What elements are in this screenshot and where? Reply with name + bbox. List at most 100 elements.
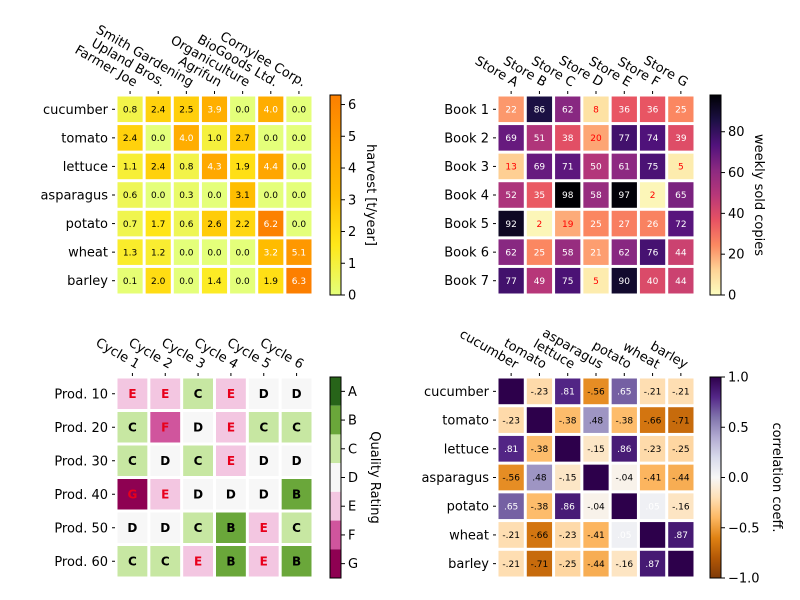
cell-value-label: C [292,521,301,535]
cell-value-label: 25 [590,220,601,230]
row-label: Prod. 30 [54,454,108,469]
cell-value-label: 1.0 [207,134,222,144]
cell-value-label: 65 [675,191,686,201]
cell-value-label: G [127,488,137,502]
cell-value-label: 26 [647,220,659,230]
cell-value-label: 40 [647,277,659,287]
cell-value-label: 2.4 [151,106,166,116]
colorbar-segment [330,491,341,521]
cell-value-label: .65 [504,502,518,512]
row-label: Prod. 40 [54,488,108,503]
colorbar-tick-label: −0.5 [728,521,760,536]
cell-value-label: 69 [505,134,517,144]
cell-value-label: E [260,521,268,535]
row-label: Prod. 60 [54,555,108,570]
cell-value-label: D [193,488,203,502]
colorbar-segment [330,405,341,435]
row-label: barley [67,274,108,289]
cell-value-label: 1.9 [264,277,279,287]
colorbar-tick-label: 0.5 [728,421,749,436]
row-label: Book 4 [444,189,489,204]
cell-value-label: 0.0 [151,134,166,144]
cell-value-label: -.25 [559,560,577,570]
colorbar-tick-label: 80 [728,125,745,140]
cell-value-label: B [226,555,235,569]
cell-value-label: -.71 [531,560,549,570]
colorbar-tick-label: 1 [348,257,356,272]
cell-value-label: 1.9 [235,163,250,173]
cell-value-label: -.21 [502,531,520,541]
cell-value-label: 2.0 [151,277,166,287]
cell-value-label: D [127,521,137,535]
cell-value-label: 86 [534,106,546,116]
cell-value-label: 77 [619,134,630,144]
row-label: asparagus [421,471,489,486]
heatmap-cell [526,407,553,433]
colorbar [709,94,722,296]
cell-value-label: 5 [678,163,684,173]
heatmap-cell [639,522,666,548]
cell-value-label: B [292,488,301,502]
cell-value-label: 38 [562,134,574,144]
cell-value-label: 77 [505,277,516,287]
colorbar-tick-label: F [348,528,355,543]
row-label: Book 2 [444,131,489,146]
row-label: Book 5 [444,217,489,232]
row-label: potato [447,500,489,515]
cell-value-label: D [259,454,269,468]
row-label: tomato [442,414,489,429]
row-label: cucumber [43,103,109,118]
cell-value-label: 97 [619,191,630,201]
cell-value-label: D [160,454,170,468]
cell-value-label: 0.0 [235,106,250,116]
colorbar-segment [330,520,341,550]
colorbar [329,94,342,296]
cell-value-label: -.38 [531,502,549,512]
cell-value-label: D [292,454,302,468]
cell-value-label: 0.6 [123,191,138,201]
heatmap-cell [555,435,581,462]
cell-value-label: C [128,421,137,435]
cell-value-label: -.41 [587,531,605,541]
cell-value-label: 50 [590,163,602,173]
cell-value-label: -.66 [644,416,662,426]
correlation-heatmap-panel: -.23 .81 -.56 .65 -.21 -.21 -.23 -.38 .48 -.38 -.6… [421,326,784,587]
cell-value-label: 4.3 [207,163,221,173]
colorbar-tick-label: B [348,414,357,429]
cell-value-label: 49 [534,277,546,287]
colorbar-tick-label: 0 [348,289,356,304]
cell-value-label: 0.0 [179,277,194,287]
cell-value-label: 2.4 [123,134,138,144]
cell-value-label: 4.0 [264,106,279,116]
cell-value-label: .81 [561,388,575,398]
cell-value-label: -.56 [587,388,605,398]
cell-value-label: D [292,387,302,401]
colorbar-tick-label: 4 [348,162,356,177]
cell-value-label: 0.8 [179,163,194,173]
cell-value-label: D [259,387,269,401]
cell-value-label: 76 [647,248,659,258]
cell-value-label: D [193,421,203,435]
colorbar-tick-label: 20 [728,248,745,263]
colorbar-tick-label: G [348,557,358,572]
row-label: Book 7 [444,274,489,289]
cell-value-label: -.25 [672,445,690,455]
cell-value-label: -.38 [616,416,634,426]
row-label: Prod. 20 [54,421,108,436]
cell-value-label: 3.1 [235,191,249,201]
cell-value-label: -.44 [587,560,605,570]
row-label: asparagus [40,189,108,204]
cell-value-label: C [194,454,203,468]
cell-value-label: 19 [562,220,574,230]
cell-value-label: .86 [561,502,576,512]
cell-value-label: .87 [674,531,688,541]
colorbar-tick-label: 6 [348,98,356,113]
cell-value-label: B [292,555,301,569]
colorbar-segment [330,434,341,464]
cell-value-label: 5 [593,277,599,287]
cell-value-label: D [259,488,269,502]
cell-value-label: 0.6 [179,220,194,230]
colorbar-tick-label: 3 [348,193,356,208]
cell-value-label: 0.0 [179,248,194,258]
cell-value-label: 36 [647,106,659,116]
